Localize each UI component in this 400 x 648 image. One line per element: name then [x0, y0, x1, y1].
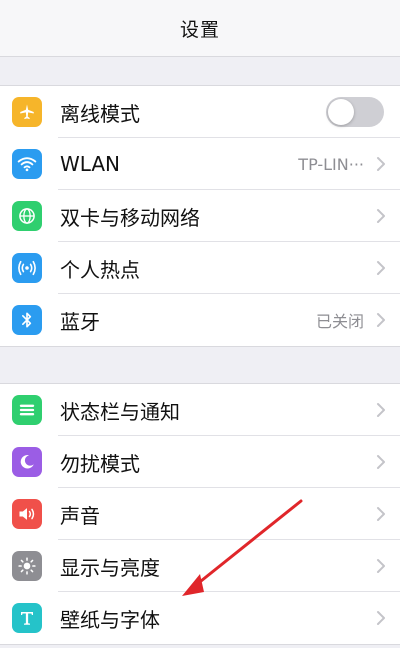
chevron-right-icon — [377, 403, 385, 417]
airplane-mode-toggle[interactable] — [326, 97, 384, 127]
moon-icon — [12, 447, 42, 477]
chevron-right-icon — [377, 313, 385, 327]
row-sound[interactable]: 声音 — [0, 488, 400, 540]
row-label: 个人热点 — [60, 257, 140, 282]
settings-group-device: 状态栏与通知 勿扰模式 声音 显示与亮度 壁纸与字体 — [0, 383, 400, 645]
row-label: 声音 — [60, 503, 100, 528]
chevron-right-icon — [377, 261, 385, 275]
globe-icon — [12, 201, 42, 231]
nav-bar: 设置 — [0, 0, 400, 57]
row-do-not-disturb[interactable]: 勿扰模式 — [0, 436, 400, 488]
chevron-right-icon — [377, 559, 385, 573]
hotspot-icon — [12, 253, 42, 283]
chevron-right-icon — [377, 507, 385, 521]
row-wallpaper-font[interactable]: 壁纸与字体 — [0, 592, 400, 644]
bluetooth-icon — [12, 305, 42, 335]
chevron-right-icon — [377, 209, 385, 223]
row-airplane-mode[interactable]: 离线模式 — [0, 86, 400, 138]
notification-list-icon — [12, 395, 42, 425]
airplane-icon — [12, 97, 42, 127]
row-label: 状态栏与通知 — [60, 399, 180, 424]
wlan-network-value: TP-LIN··· — [298, 154, 364, 174]
row-label: 蓝牙 — [60, 309, 100, 334]
toggle-knob — [328, 99, 354, 125]
row-wlan[interactable]: WLAN TP-LIN··· — [0, 138, 400, 190]
text-t-icon — [12, 603, 42, 633]
row-label: 双卡与移动网络 — [60, 205, 200, 230]
row-label: 壁纸与字体 — [60, 607, 160, 632]
row-label: WLAN — [60, 152, 121, 176]
row-label: 离线模式 — [60, 101, 140, 126]
row-personal-hotspot[interactable]: 个人热点 — [0, 242, 400, 294]
speaker-icon — [12, 499, 42, 529]
chevron-right-icon — [377, 611, 385, 625]
settings-screen: 设置 离线模式 WLAN TP-LIN··· 双卡与移动网络 个人热点 蓝牙 已… — [0, 0, 400, 648]
chevron-right-icon — [377, 157, 385, 171]
settings-group-connectivity: 离线模式 WLAN TP-LIN··· 双卡与移动网络 个人热点 蓝牙 已关闭 — [0, 85, 400, 347]
bluetooth-status-value: 已关闭 — [315, 312, 364, 331]
brightness-icon — [12, 551, 42, 581]
row-bluetooth[interactable]: 蓝牙 已关闭 — [0, 294, 400, 346]
row-label: 显示与亮度 — [60, 555, 160, 580]
row-label: 勿扰模式 — [60, 451, 140, 476]
row-status-bar-notifications[interactable]: 状态栏与通知 — [0, 384, 400, 436]
chevron-right-icon — [377, 455, 385, 469]
row-dual-sim-network[interactable]: 双卡与移动网络 — [0, 190, 400, 242]
row-display-brightness[interactable]: 显示与亮度 — [0, 540, 400, 592]
page-title: 设置 — [179, 18, 220, 41]
wifi-icon — [12, 149, 42, 179]
